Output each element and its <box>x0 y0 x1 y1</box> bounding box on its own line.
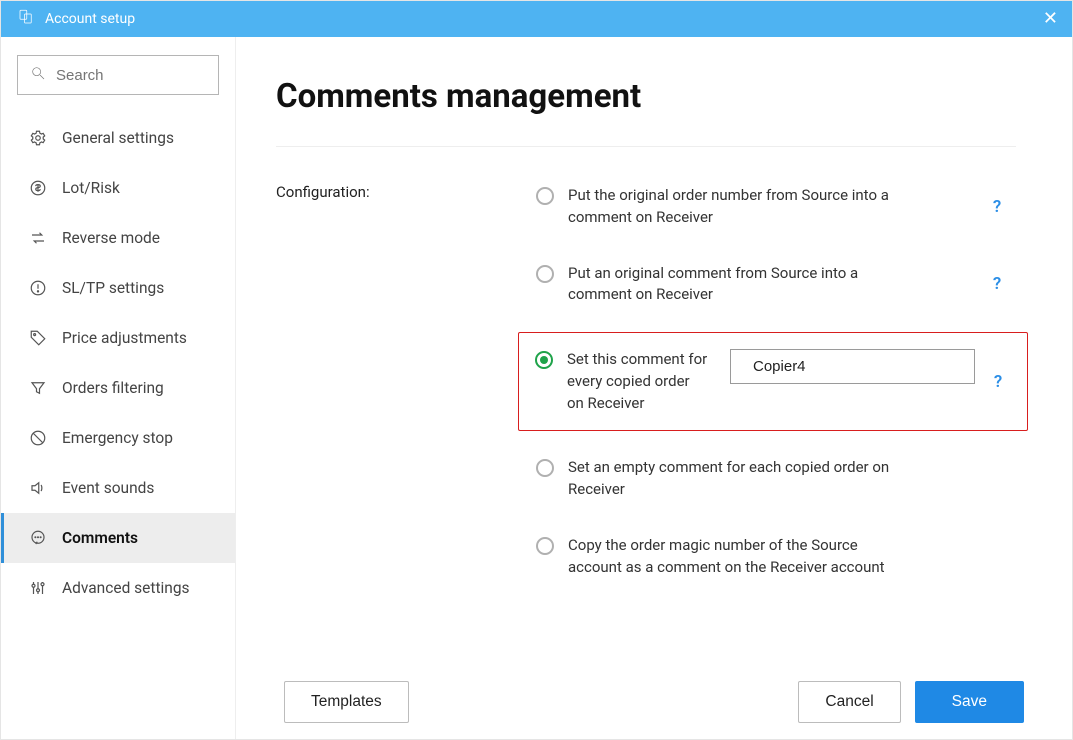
sidebar-item-label: Price adjustments <box>62 329 187 347</box>
divider <box>276 146 1016 147</box>
sidebar-item-label: Event sounds <box>62 479 154 497</box>
dollar-icon <box>28 178 48 198</box>
volume-icon <box>28 478 48 498</box>
sidebar-item-label: SL/TP settings <box>62 279 164 297</box>
sidebar-item-general-settings[interactable]: General settings <box>1 113 235 163</box>
radio-icon[interactable] <box>536 459 554 477</box>
gear-icon <box>28 128 48 148</box>
sidebar-item-label: Reverse mode <box>62 229 160 247</box>
sidebar-item-advanced-settings[interactable]: Advanced settings <box>1 563 235 613</box>
window-title: Account setup <box>45 11 135 27</box>
sidebar-item-sl-tp-settings[interactable]: SL/TP settings <box>1 263 235 313</box>
config-option-copy-magic-number[interactable]: Copy the order magic number of the Sourc… <box>526 527 1016 587</box>
configuration-options: Put the original order number from Sourc… <box>526 177 1016 586</box>
search-icon <box>30 65 46 85</box>
swap-icon <box>28 228 48 248</box>
tag-icon <box>28 328 48 348</box>
ban-icon <box>28 428 48 448</box>
sidebar-item-label: General settings <box>62 129 174 147</box>
option-label: Copy the order magic number of the Sourc… <box>568 535 898 579</box>
sidebar-item-label: Lot/Risk <box>62 179 120 197</box>
sidebar-item-comments[interactable]: Comments <box>1 513 235 563</box>
option-label: Put the original order number from Sourc… <box>568 185 898 229</box>
help-icon[interactable]: ? <box>988 274 1006 294</box>
option-label: Put an original comment from Source into… <box>568 263 898 307</box>
sidebar-item-label: Advanced settings <box>62 579 190 597</box>
comment-icon <box>28 528 48 548</box>
sidebar-item-event-sounds[interactable]: Event sounds <box>1 463 235 513</box>
sidebar-item-price-adjustments[interactable]: Price adjustments <box>1 313 235 363</box>
app-icon <box>17 8 35 30</box>
sidebar-item-orders-filtering[interactable]: Orders filtering <box>1 363 235 413</box>
radio-icon[interactable] <box>535 351 553 369</box>
config-option-set-comment[interactable]: Set this comment for every copied order … <box>518 332 1028 431</box>
search-input-wrap[interactable] <box>17 55 219 95</box>
sidebar: General settings Lot/Risk Reverse mode S… <box>1 37 236 739</box>
sidebar-item-label: Comments <box>62 529 138 547</box>
window: Account setup ✕ General settings <box>0 0 1073 740</box>
alert-circle-icon <box>28 278 48 298</box>
sidebar-item-reverse-mode[interactable]: Reverse mode <box>1 213 235 263</box>
templates-button[interactable]: Templates <box>284 681 409 723</box>
sidebar-item-lot-risk[interactable]: Lot/Risk <box>1 163 235 213</box>
config-option-empty-comment[interactable]: Set an empty comment for each copied ord… <box>526 449 1016 509</box>
page-title: Comments management <box>276 77 1016 116</box>
radio-icon[interactable] <box>536 187 554 205</box>
configuration-label: Configuration: <box>276 177 486 586</box>
option-label: Set this comment for every copied order … <box>567 349 708 414</box>
help-icon[interactable]: ? <box>989 372 1007 392</box>
radio-icon[interactable] <box>536 537 554 555</box>
close-icon[interactable]: ✕ <box>1043 10 1058 28</box>
sidebar-nav: General settings Lot/Risk Reverse mode S… <box>1 113 235 613</box>
option-label: Set an empty comment for each copied ord… <box>568 457 898 501</box>
sliders-icon <box>28 578 48 598</box>
titlebar: Account setup ✕ <box>1 1 1072 37</box>
comment-value-input[interactable] <box>730 349 975 384</box>
config-option-original-comment[interactable]: Put an original comment from Source into… <box>526 255 1016 315</box>
cancel-button[interactable]: Cancel <box>798 681 900 723</box>
sidebar-item-emergency-stop[interactable]: Emergency stop <box>1 413 235 463</box>
radio-icon[interactable] <box>536 265 554 283</box>
footer: Templates Cancel Save <box>236 665 1072 739</box>
help-icon[interactable]: ? <box>988 197 1006 217</box>
save-button[interactable]: Save <box>915 681 1024 723</box>
main-content: Comments management Configuration: Put t… <box>236 37 1072 665</box>
search-input[interactable] <box>56 67 255 84</box>
sidebar-item-label: Orders filtering <box>62 379 164 397</box>
filter-icon <box>28 378 48 398</box>
sidebar-item-label: Emergency stop <box>62 429 173 447</box>
config-option-original-order-number[interactable]: Put the original order number from Sourc… <box>526 177 1016 237</box>
